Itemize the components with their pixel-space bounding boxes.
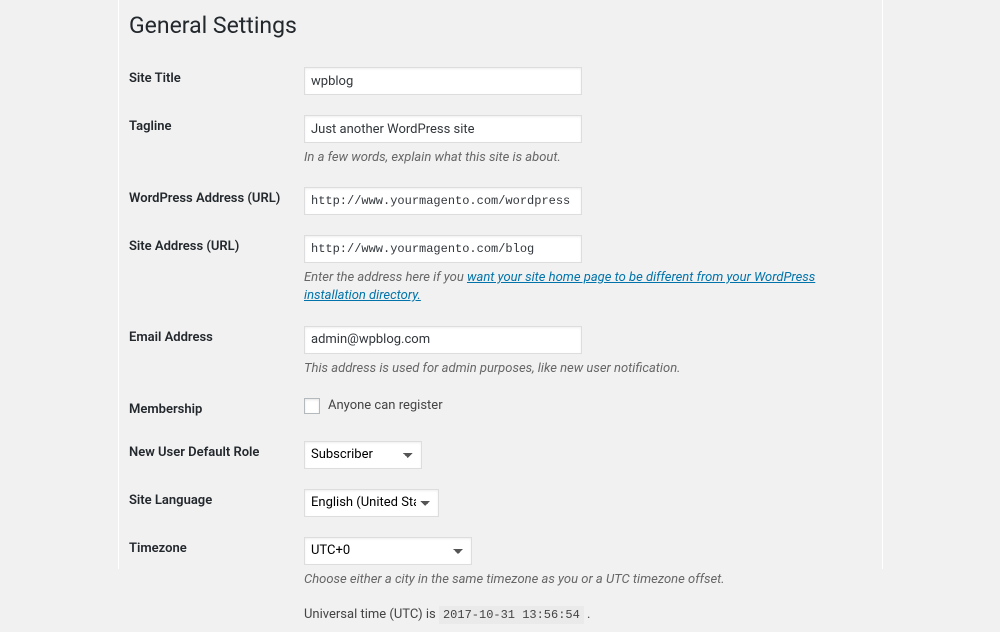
site-url-label: Site Address (URL): [129, 225, 304, 315]
membership-checkbox[interactable]: [304, 398, 320, 414]
email-input[interactable]: [304, 326, 582, 354]
membership-checkbox-label[interactable]: Anyone can register: [304, 398, 872, 414]
timezone-label: Timezone: [129, 527, 304, 632]
site-language-select[interactable]: English (United States): [304, 489, 439, 517]
email-label: Email Address: [129, 316, 304, 388]
timezone-description: Choose either a city in the same timezon…: [304, 571, 872, 589]
membership-label: Membership: [129, 388, 304, 431]
utc-time-value: 2017-10-31 13:56:54: [439, 606, 584, 624]
default-role-select[interactable]: Subscriber: [304, 441, 422, 469]
tagline-input[interactable]: [304, 115, 582, 143]
timezone-select[interactable]: UTC+0: [304, 537, 472, 565]
default-role-label: New User Default Role: [129, 431, 304, 479]
utc-time-line: Universal time (UTC) is 2017-10-31 13:56…: [304, 607, 872, 622]
membership-checkbox-text: Anyone can register: [328, 398, 443, 413]
tagline-label: Tagline: [129, 105, 304, 177]
wp-url-input[interactable]: [304, 187, 582, 215]
site-url-description: Enter the address here if you want your …: [304, 269, 872, 305]
site-language-label: Site Language: [129, 479, 304, 527]
site-title-label: Site Title: [129, 57, 304, 105]
tagline-description: In a few words, explain what this site i…: [304, 149, 872, 167]
email-description: This address is used for admin purposes,…: [304, 360, 872, 378]
wp-url-label: WordPress Address (URL): [129, 177, 304, 225]
site-title-input[interactable]: [304, 67, 582, 95]
site-url-input[interactable]: [304, 235, 582, 263]
page-title: General Settings: [129, 0, 882, 43]
settings-form: Site Title Tagline In a few words, expla…: [129, 57, 882, 632]
